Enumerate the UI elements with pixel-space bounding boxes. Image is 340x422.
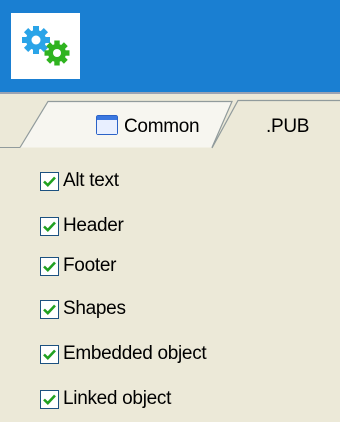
- checkbox-header[interactable]: Header: [40, 214, 124, 238]
- checkbox-label: Header: [63, 215, 124, 236]
- checkmark-icon: [43, 176, 56, 187]
- checkbox-box[interactable]: [40, 389, 59, 409]
- checkmark-icon: [43, 304, 56, 315]
- checkbox-linked-object[interactable]: Linked object: [40, 387, 171, 411]
- app-logo: [11, 13, 80, 79]
- checkbox-box[interactable]: [40, 344, 59, 364]
- checkmark-icon: [43, 394, 56, 405]
- checkbox-label: Alt text: [63, 170, 119, 191]
- checkbox-box[interactable]: [40, 216, 59, 236]
- window-icon: [95, 114, 119, 140]
- checkbox-box[interactable]: [40, 299, 59, 319]
- tab-common[interactable]: Common: [95, 114, 200, 140]
- checkbox-embedded-object[interactable]: Embedded object: [40, 342, 207, 366]
- app-header: [0, 0, 340, 92]
- checkmark-icon: [43, 221, 56, 232]
- checkmark-icon: [43, 349, 56, 360]
- checkmark-icon: [43, 261, 56, 272]
- checkbox-box[interactable]: [40, 256, 59, 276]
- tab-pub-label: .PUB: [266, 116, 310, 137]
- tab-common-label: Common: [124, 116, 200, 137]
- checkbox-shapes[interactable]: Shapes: [40, 297, 126, 321]
- checkbox-alt-text[interactable]: Alt text: [40, 169, 119, 193]
- tab-pub[interactable]: .PUB: [266, 116, 309, 138]
- gears-icon: [22, 26, 70, 66]
- checkbox-label: Shapes: [63, 298, 126, 319]
- checkbox-label: Footer: [63, 255, 117, 276]
- checkbox-label: Linked object: [63, 388, 172, 409]
- checkbox-box[interactable]: [40, 171, 59, 191]
- checkbox-label: Embedded object: [63, 343, 207, 364]
- checkbox-footer[interactable]: Footer: [40, 254, 116, 278]
